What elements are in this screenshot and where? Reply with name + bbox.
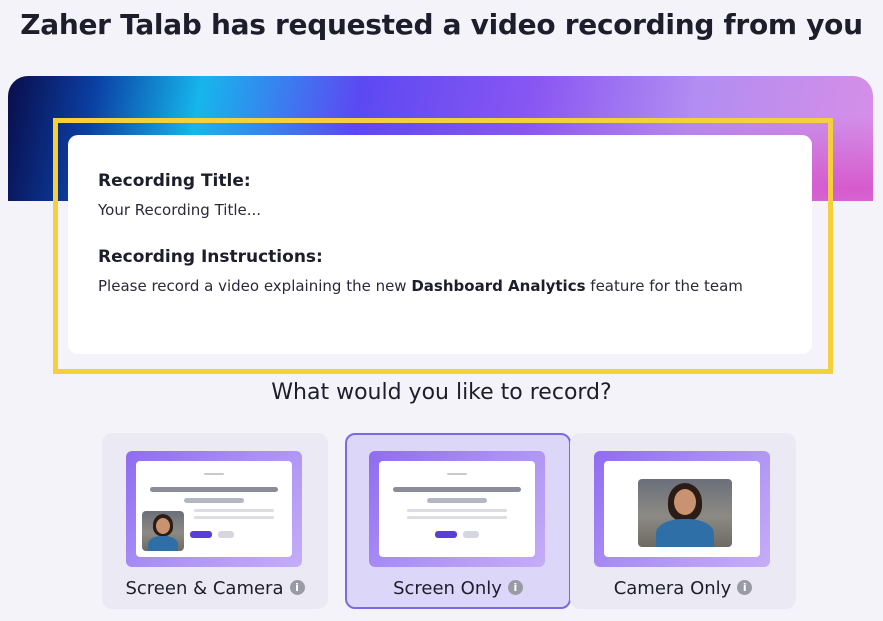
recording-instructions-heading: Recording Instructions: bbox=[98, 247, 323, 267]
option-camera-only[interactable]: Camera Only i bbox=[570, 433, 796, 609]
instructions-text-end: feature for the team bbox=[585, 277, 743, 295]
page-title: Zaher Talab has requested a video record… bbox=[20, 8, 863, 41]
screen-and-camera-thumbnail bbox=[126, 451, 302, 567]
info-icon[interactable]: i bbox=[737, 579, 753, 595]
record-question: What would you like to record? bbox=[271, 380, 612, 405]
instructions-text-start: Please record a video explaining the new bbox=[98, 277, 412, 295]
instructions-highlight: Dashboard Analytics bbox=[411, 277, 586, 295]
option-label: Screen & Camera i bbox=[102, 578, 328, 599]
recording-title-heading: Recording Title: bbox=[98, 171, 251, 191]
recording-title-value: Your Recording Title... bbox=[98, 201, 262, 219]
recording-details-card: Recording Title: Your Recording Title...… bbox=[68, 135, 812, 354]
option-label: Screen Only i bbox=[347, 578, 569, 599]
option-screen-and-camera[interactable]: Screen & Camera i bbox=[102, 433, 328, 609]
screen-only-thumbnail bbox=[369, 451, 545, 567]
option-screen-only[interactable]: Screen Only i bbox=[345, 433, 571, 609]
info-icon[interactable]: i bbox=[289, 579, 305, 595]
camera-only-thumbnail bbox=[594, 451, 770, 567]
camera-window bbox=[604, 461, 760, 557]
screen-mockup bbox=[136, 461, 292, 557]
info-icon[interactable]: i bbox=[507, 579, 523, 595]
recording-instructions-text: Please record a video explaining the new… bbox=[98, 273, 758, 299]
camera-preview-photo bbox=[142, 511, 184, 551]
option-label-text: Camera Only bbox=[613, 578, 732, 599]
camera-preview-photo bbox=[638, 479, 732, 547]
screen-mockup bbox=[379, 461, 535, 557]
option-label: Camera Only i bbox=[570, 578, 796, 599]
option-label-text: Screen Only bbox=[393, 578, 502, 599]
option-label-text: Screen & Camera bbox=[125, 578, 284, 599]
